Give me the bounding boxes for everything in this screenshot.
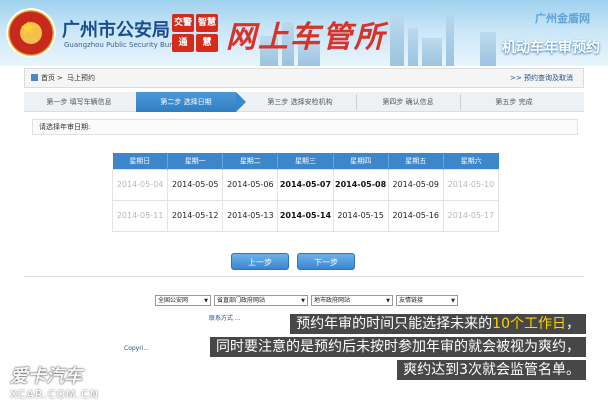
date-cell[interactable]: 2014-05-14 — [277, 199, 334, 232]
date-cell-disabled: 2014-05-11 — [111, 199, 169, 232]
seal-badge-3: 通 — [172, 34, 194, 52]
prev-step-button[interactable]: 上一步 — [231, 253, 289, 270]
breadcrumb-home[interactable]: 首页 — [41, 69, 55, 87]
date-cell[interactable]: 2014-05-07 — [277, 168, 334, 201]
org-subtitle: Guangzhou Public Security Bureau — [64, 41, 185, 49]
date-prompt: 请选择年审日期: — [32, 119, 578, 135]
weekday-tue: 星期二 — [222, 153, 279, 169]
city-sites-select[interactable]: 地市政府网站 ▼ — [311, 295, 393, 306]
seal-badge-4: 慧 — [196, 34, 218, 52]
date-cell[interactable]: 2014-05-05 — [167, 168, 224, 201]
breadcrumb-bar: 首页 > 马上预约 >> 预约查询及取消 — [24, 68, 584, 88]
date-cell-disabled: 2014-05-10 — [442, 168, 500, 201]
caption-text: ， — [566, 316, 580, 332]
caption-line-2: 同时要注意的是预约后未按时参加年审的就会被视为爽约， — [210, 337, 586, 357]
home-icon — [31, 74, 38, 81]
chevron-down-icon: ▼ — [301, 298, 305, 304]
next-step-button[interactable]: 下一步 — [297, 253, 355, 270]
weekday-fri: 星期五 — [388, 153, 444, 169]
chevron-down-icon: ▼ — [451, 298, 455, 304]
caption-line-1: 预约年审的时间只能选择未来的10个工作日， — [290, 314, 586, 334]
friendly-links-select[interactable]: 友情链接 ▼ — [396, 295, 458, 306]
date-cell-disabled: 2014-05-17 — [442, 199, 500, 232]
breadcrumb-current: 马上预约 — [67, 74, 95, 82]
step-divider — [356, 94, 357, 110]
step-2-active: 第二步 选择日期 — [136, 92, 246, 112]
date-cell[interactable]: 2014-05-13 — [222, 199, 279, 232]
step-3: 第三步 选择安检机构 — [267, 98, 333, 106]
weekday-sat: 星期六 — [443, 153, 499, 169]
contact-link[interactable]: 联系方式 ... — [209, 313, 241, 322]
watermark-logo: 爱卡汽车 — [10, 366, 82, 387]
seal-badge-2: 智慧 — [196, 14, 218, 32]
national-police-select[interactable]: 全国公安网 ▼ — [155, 295, 211, 306]
weekday-wed: 星期三 — [277, 153, 334, 169]
weekday-mon: 星期一 — [167, 153, 224, 169]
chevron-down-icon: ▼ — [386, 298, 390, 304]
police-emblem-icon: ★ — [6, 8, 56, 58]
select-value: 地市政府网站 — [314, 297, 351, 304]
select-value: 省直部门政府网站 — [217, 297, 266, 304]
caption-line-3: 爽约达到3次就会监管名单。 — [397, 360, 586, 380]
step-5: 第五步 完成 — [495, 98, 533, 106]
step-divider — [460, 94, 461, 110]
step-1: 第一步 填写车辆信息 — [46, 98, 112, 106]
calendar-week-row: 2014-05-04 2014-05-05 2014-05-06 2014-05… — [111, 168, 500, 201]
query-cancel-link[interactable]: >> 预约查询及取消 — [510, 69, 573, 87]
site-header: ★ 广州市公安局 Guangzhou Public Security Burea… — [0, 0, 608, 66]
org-title: 广州市公安局 — [62, 20, 170, 41]
step-indicator: 第一步 填写车辆信息 第二步 选择日期 第三步 选择安检机构 第四步 确认信息 … — [24, 92, 584, 112]
select-value: 友情链接 — [399, 297, 424, 304]
calendar-week-row: 2014-05-11 2014-05-12 2014-05-13 2014-05… — [111, 199, 500, 232]
caption-text: 预约年审的时间只能选择未来的 — [296, 316, 493, 332]
copyright-text: Copyri... — [124, 345, 150, 352]
chevron-down-icon: ▼ — [204, 298, 208, 304]
calendar-header-row: 星期日 星期一 星期二 星期三 星期四 星期五 星期六 — [112, 153, 499, 169]
date-cell[interactable]: 2014-05-16 — [387, 199, 444, 232]
corner-logo: 广州金盾网 — [535, 12, 590, 25]
watermark-site: XCAR.COM.CN — [10, 388, 99, 401]
seal-badge-1: 交警 — [172, 14, 194, 32]
provincial-sites-select[interactable]: 省直部门政府网站 ▼ — [214, 295, 308, 306]
weekday-sun: 星期日 — [112, 153, 169, 169]
date-cell[interactable]: 2014-05-15 — [332, 199, 389, 232]
weekday-thu: 星期四 — [333, 153, 389, 169]
xcar-watermark: 爱卡汽车 XCAR.COM.CN — [10, 362, 110, 404]
date-cell-disabled: 2014-05-04 — [111, 168, 169, 201]
date-calendar: 星期日 星期一 星期二 星期三 星期四 星期五 星期六 2014-05-04 2… — [111, 153, 500, 232]
banner-title: 机动车年审预约 — [502, 40, 600, 56]
select-value: 全国公安网 — [158, 297, 189, 304]
date-cell[interactable]: 2014-05-06 — [222, 168, 279, 201]
breadcrumb-separator: > — [57, 74, 63, 82]
brush-title: 网上车管所 — [226, 20, 386, 55]
date-cell[interactable]: 2014-05-12 — [167, 199, 224, 232]
date-cell[interactable]: 2014-05-08 — [332, 168, 389, 201]
date-cell[interactable]: 2014-05-09 — [387, 168, 444, 201]
caption-highlight: 10个工作日 — [492, 316, 566, 332]
step-4: 第四步 确认信息 — [382, 98, 434, 106]
footer-divider — [24, 276, 584, 277]
